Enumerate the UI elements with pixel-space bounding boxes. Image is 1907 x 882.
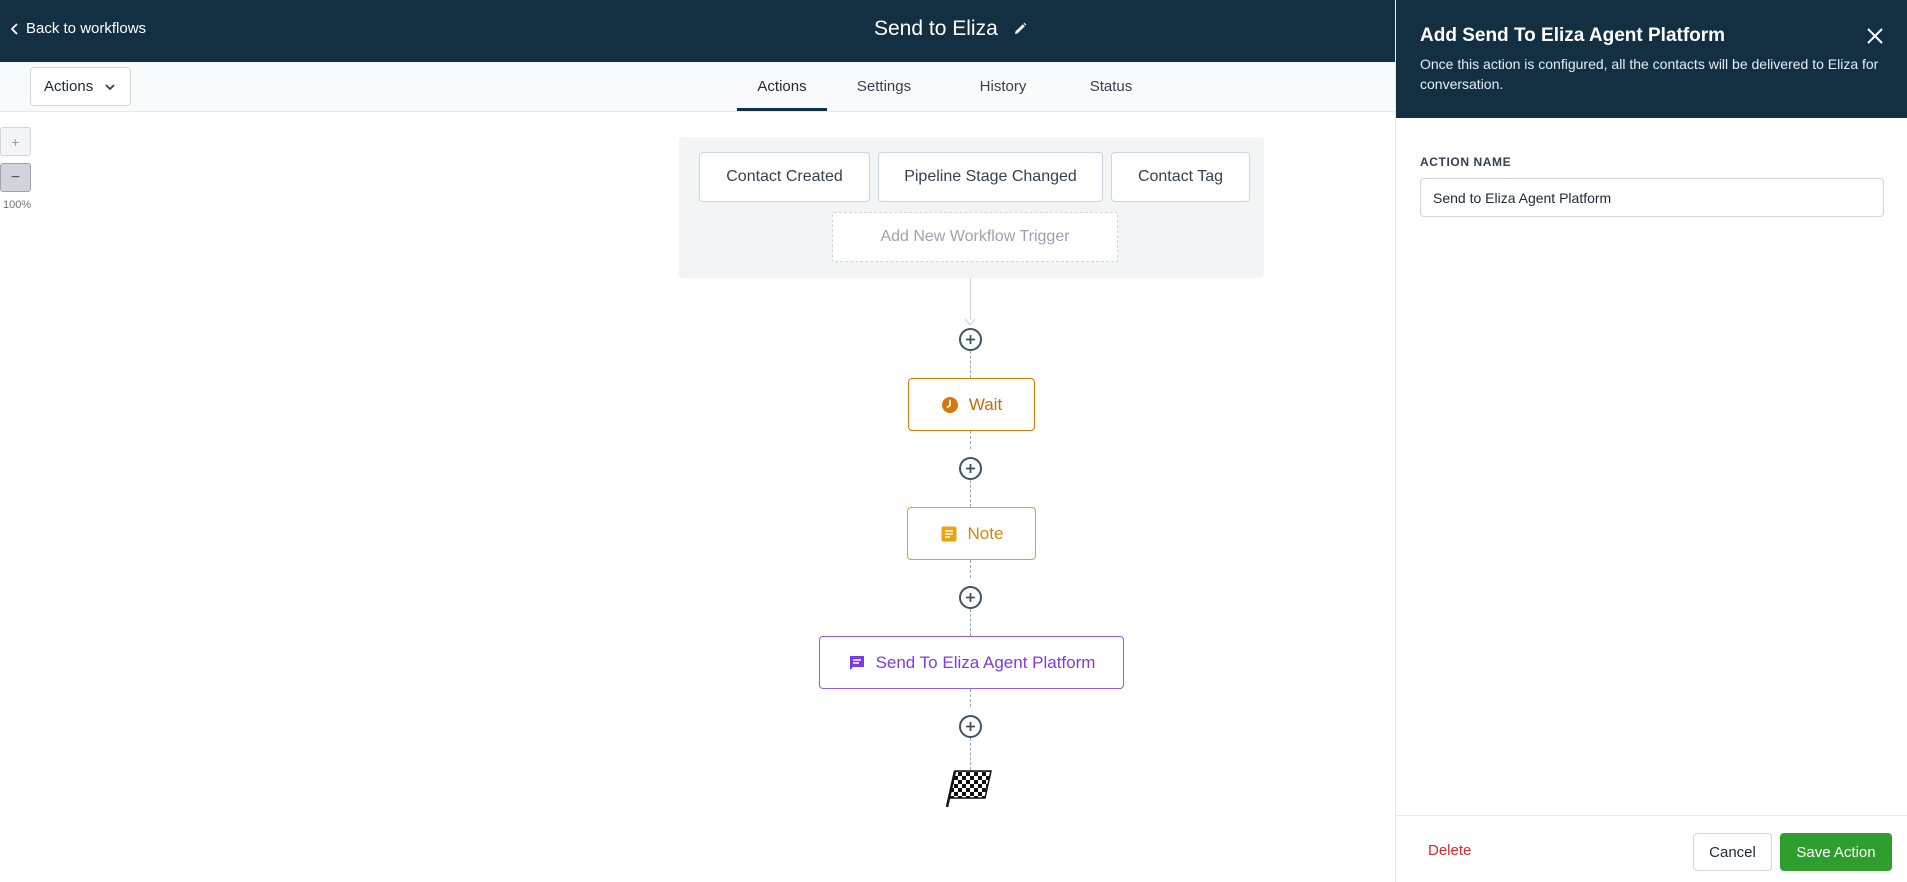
arrow-down-icon: [964, 318, 976, 326]
chevron-left-icon: [10, 22, 18, 35]
top-header: Back to workflows Send to Eliza: [0, 0, 1395, 62]
chevron-down-icon: [105, 83, 115, 90]
panel-footer: Delete Cancel Save Action: [1396, 815, 1907, 882]
tab-actions[interactable]: Actions: [737, 62, 827, 111]
trigger-container: Contact Created Pipeline Stage Changed C…: [679, 137, 1264, 278]
panel-title: Add Send To Eliza Agent Platform: [1420, 25, 1726, 46]
workflow-title-text: Send to Eliza: [874, 17, 998, 40]
plus-icon: [966, 722, 975, 731]
send-to-eliza-node-label: Send To Eliza Agent Platform: [875, 652, 1096, 672]
actions-dropdown[interactable]: Actions: [30, 67, 131, 106]
connector-line: [970, 560, 971, 578]
send-to-eliza-action-node[interactable]: Send To Eliza Agent Platform: [819, 636, 1124, 689]
back-link-label: Back to workflows: [26, 20, 147, 37]
cancel-button[interactable]: Cancel: [1693, 833, 1772, 871]
action-name-label: ACTION NAME: [1420, 155, 1512, 169]
connector-line: [970, 351, 971, 378]
connector-line: [970, 278, 971, 320]
add-step-button[interactable]: [959, 715, 982, 738]
message-icon: [849, 655, 864, 670]
trigger-pipeline-stage-changed[interactable]: Pipeline Stage Changed: [878, 152, 1103, 202]
wait-action-node[interactable]: Wait: [908, 378, 1035, 431]
action-config-panel: Add Send To Eliza Agent Platform Once th…: [1395, 0, 1907, 882]
trigger-contact-created[interactable]: Contact Created: [699, 152, 870, 202]
workflow-builder: Back to workflows Send to Eliza Actions …: [0, 0, 1907, 882]
delete-button[interactable]: Delete: [1428, 842, 1471, 859]
back-to-workflows-link[interactable]: Back to workflows: [8, 20, 146, 37]
connector-line: [970, 689, 971, 707]
connector-line: [970, 480, 971, 507]
checkered-flag-icon: [946, 770, 992, 808]
panel-description: Once this action is configured, all the …: [1420, 56, 1879, 92]
plus-icon: [966, 335, 975, 344]
save-action-button[interactable]: Save Action: [1780, 833, 1892, 871]
panel-header: Add Send To Eliza Agent Platform Once th…: [1396, 0, 1907, 118]
add-step-button[interactable]: [959, 586, 982, 609]
close-icon[interactable]: [1866, 27, 1884, 45]
plus-icon: [966, 464, 975, 473]
trigger-contact-tag[interactable]: Contact Tag: [1111, 152, 1250, 202]
workflow-title: Send to Eliza: [874, 17, 1028, 41]
add-step-button[interactable]: [959, 328, 982, 351]
zoom-out-button[interactable]: −: [0, 163, 31, 192]
wait-node-label: Wait: [968, 394, 1003, 414]
add-workflow-trigger-button[interactable]: Add New Workflow Trigger: [832, 212, 1118, 262]
action-name-input[interactable]: [1420, 178, 1884, 217]
clock-icon: [941, 396, 958, 413]
workflow-tabs: Actions Settings History Status: [737, 62, 1157, 112]
workflow-toolbar: Actions Actions Settings History Status: [0, 62, 1395, 112]
connector-line: [970, 431, 971, 449]
plus-icon: [966, 593, 975, 602]
zoom-level: 100%: [3, 199, 32, 211]
tab-history[interactable]: History: [941, 62, 1065, 111]
add-step-button[interactable]: [959, 457, 982, 480]
zoom-in-button[interactable]: +: [0, 127, 31, 156]
tab-status[interactable]: Status: [1065, 62, 1157, 111]
actions-dropdown-label: Actions: [44, 78, 94, 95]
connector-line: [970, 609, 971, 636]
note-action-node[interactable]: Note: [907, 507, 1036, 560]
pencil-icon[interactable]: [1012, 21, 1028, 37]
note-node-label: Note: [967, 523, 1004, 543]
connector-line: [970, 738, 971, 770]
tab-settings[interactable]: Settings: [827, 62, 941, 111]
note-icon: [941, 526, 957, 541]
